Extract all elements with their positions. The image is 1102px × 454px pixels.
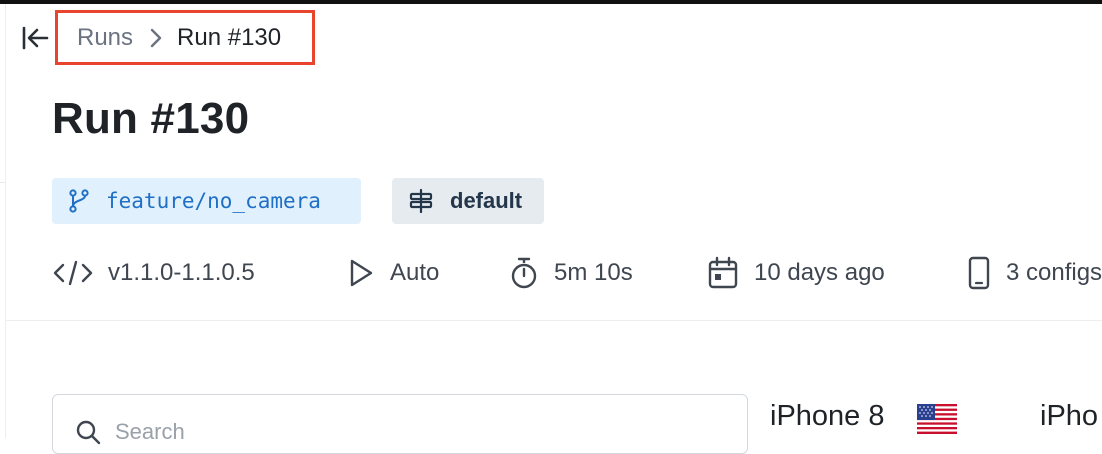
- trigger-text: Auto: [390, 259, 440, 286]
- breadcrumb: Runs Run #130: [55, 10, 315, 65]
- search-icon: [76, 420, 101, 445]
- branch-badge[interactable]: feature/no_camera: [52, 178, 361, 224]
- code-icon: [53, 260, 93, 286]
- chevron-right-icon: [149, 27, 163, 49]
- breadcrumb-current: Run #130: [177, 23, 282, 51]
- meta-configs: 3 configs: [966, 252, 1102, 294]
- device-tab-iphone-8[interactable]: iPhone 8: [770, 400, 885, 433]
- meta-duration: 5m 10s: [508, 252, 633, 294]
- date-text: 10 days ago: [754, 259, 885, 286]
- meta-trigger: Auto: [346, 252, 439, 294]
- calendar-icon: [708, 256, 738, 289]
- phone-icon: [968, 256, 990, 290]
- section-divider: [6, 320, 1102, 321]
- branch-name: feature/no_camera: [106, 189, 321, 213]
- sidebar-divider: [5, 4, 6, 438]
- meta-date: 10 days ago: [706, 252, 885, 294]
- us-flag-icon: [917, 404, 957, 434]
- environment-badge[interactable]: default: [392, 178, 544, 224]
- top-edge-bar: [0, 0, 1102, 4]
- search-input[interactable]: [115, 419, 715, 445]
- device-tab-iphone-partial[interactable]: iPho: [1040, 400, 1098, 433]
- collapse-sidebar-button[interactable]: [18, 24, 52, 52]
- meta-version: v1.1.0-1.1.0.5: [52, 252, 255, 294]
- git-branch-icon: [69, 189, 89, 213]
- page-title: Run #130: [52, 94, 250, 143]
- configs-text: 3 configs: [1006, 259, 1102, 286]
- environment-sign-icon: [409, 188, 433, 214]
- search-field[interactable]: [52, 394, 748, 454]
- breadcrumb-runs-link[interactable]: Runs: [77, 24, 133, 52]
- duration-text: 5m 10s: [554, 259, 633, 286]
- version-text: v1.1.0-1.1.0.5: [108, 259, 255, 286]
- collapse-left-icon: [22, 26, 49, 50]
- sidebar-divider-tick: [0, 182, 5, 183]
- stopwatch-icon: [511, 257, 537, 289]
- environment-name: default: [450, 188, 523, 213]
- run-metadata: v1.1.0-1.1.0.5 Auto 5m 10s 10 days ago 3…: [52, 252, 1102, 294]
- play-icon: [350, 259, 373, 287]
